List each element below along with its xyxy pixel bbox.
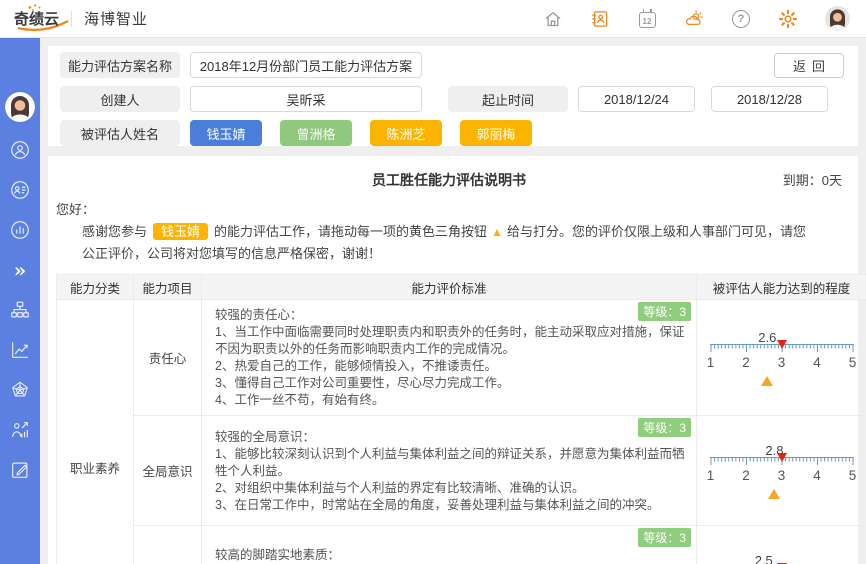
top-header: 奇绩云 海博智业 12 bbox=[0, 0, 866, 38]
evaluatee-tag[interactable]: 钱玉婧 bbox=[190, 120, 262, 146]
user-avatar[interactable] bbox=[825, 6, 850, 31]
target-marker bbox=[776, 339, 787, 349]
score-value: 2.6 bbox=[758, 329, 777, 345]
end-date-input[interactable] bbox=[711, 86, 828, 112]
yellow-triangle-glyph: ▲ bbox=[491, 225, 503, 239]
logo-text: 奇绩云 bbox=[14, 11, 60, 28]
notice-body: 感谢您参与 钱玉婧 的能力评估工作，请拖动每一项的黄色三角按钮 ▲ 给与打分。您的评价仅… bbox=[82, 221, 818, 264]
score-handle[interactable] bbox=[761, 375, 774, 386]
help-icon[interactable] bbox=[731, 9, 751, 29]
start-date-input[interactable] bbox=[578, 86, 695, 112]
notice-section: 员工胜任能力评估说明书 到期：0天 您好： 感谢您参与 钱玉婧 的能力评估工作，请拖… bbox=[48, 164, 858, 264]
contacts-icon[interactable] bbox=[590, 9, 610, 29]
evaluation-card: 员工胜任能力评估说明书 到期：0天 您好： 感谢您参与 钱玉婧 的能力评估工作，请拖… bbox=[48, 156, 866, 564]
grade-badge: 等级：3 bbox=[638, 528, 691, 548]
score-gauge: 2.8 12345 bbox=[707, 443, 857, 499]
ability-item: 脚踏实地 bbox=[133, 525, 202, 564]
ability-item: 全局意识 bbox=[133, 415, 202, 527]
brand-logo[interactable]: 奇绩云 bbox=[14, 4, 69, 31]
criteria-text: 较强的责任心： 1、当工作中面临需要同时处理职责内和职责外的任务时，能主动采取应对… bbox=[215, 308, 685, 408]
plan-form-card: 能力评估方案名称 返回 创建人 起止时间 被评估人姓名 钱玉婧 曾洲格 陈洲芝 … bbox=[48, 46, 858, 146]
stats-icon[interactable] bbox=[8, 218, 32, 242]
score-handle[interactable] bbox=[768, 488, 781, 499]
table-header-row: 能力分类 能力项目 能力评价标准 被评估人能力达到的程度 bbox=[56, 274, 866, 301]
greeting-text: 您好： bbox=[56, 202, 96, 217]
col-header-score: 被评估人能力达到的程度 bbox=[696, 274, 866, 301]
app-window: 奇绩云 海博智业 12 ? » 能力评估方案名称 2018年12月份部门员工能力… bbox=[0, 0, 866, 564]
score-gauge: 2.6 12345 bbox=[707, 330, 857, 386]
highlighted-evaluatee-name: 钱玉婧 bbox=[153, 223, 209, 240]
settings-gear-icon[interactable] bbox=[778, 9, 798, 29]
calendar-day: 12 bbox=[642, 16, 652, 26]
ability-category: 职业素养 bbox=[56, 299, 134, 564]
score-gauge: 2.5 12345 bbox=[707, 553, 857, 564]
table-row: 脚踏实地 等级：3 较高的脚踏实地素质：1、具有较强的抗干扰、抗诱惑的意识和能力… bbox=[57, 525, 866, 564]
creator-input[interactable] bbox=[190, 86, 422, 112]
grade-badge: 等级：3 bbox=[638, 302, 691, 322]
ability-item: 责任心 bbox=[133, 299, 202, 417]
trend-icon[interactable] bbox=[8, 338, 32, 362]
due-countdown: 到期：0天 bbox=[782, 173, 842, 188]
score-ruler bbox=[707, 339, 857, 354]
table-row: 全局意识 等级：3 较强的全局意识： 1、能够比较深刻认识到个人利益与集体利益之间… bbox=[57, 415, 866, 527]
col-header-category: 能力分类 bbox=[56, 274, 134, 301]
criteria-text: 较强的全局意识： 1、能够比较深刻认识到个人利益与集体利益之间的辩证关系，并愿意为… bbox=[215, 429, 685, 512]
evaluatee-tag[interactable]: 曾洲格 bbox=[280, 120, 352, 146]
left-sidebar bbox=[0, 38, 40, 564]
evaluatee-tag[interactable]: 陈洲芝 bbox=[370, 120, 442, 146]
col-header-criteria: 能力评价标准 bbox=[201, 274, 697, 301]
members-icon[interactable] bbox=[8, 138, 32, 162]
evaluatee-tag[interactable]: 郭丽梅 bbox=[460, 120, 532, 146]
profile-icon[interactable] bbox=[8, 178, 32, 202]
plan-name-input[interactable] bbox=[190, 52, 422, 78]
home-icon[interactable] bbox=[543, 9, 563, 29]
scale-labels: 12345 bbox=[706, 467, 857, 483]
notice-text: 的能力评估工作，请拖动每一项的黄色三角按钮 bbox=[214, 224, 488, 239]
date-range-label: 起止时间 bbox=[448, 86, 568, 112]
table-row: 职业素养 责任心 等级：3 较强的责任心： 1、当工作中面临需要同时处理职责内和职… bbox=[56, 299, 866, 564]
creator-label: 创建人 bbox=[60, 86, 180, 112]
company-name: 海博智业 bbox=[84, 11, 149, 28]
plan-name-label: 能力评估方案名称 bbox=[60, 52, 180, 78]
main-content: 能力评估方案名称 返回 创建人 起止时间 被评估人姓名 钱玉婧 曾洲格 陈洲芝 … bbox=[40, 38, 866, 564]
edit-icon[interactable] bbox=[8, 458, 32, 482]
sidebar-user-avatar[interactable] bbox=[5, 92, 35, 122]
topbar-icons: 12 bbox=[543, 6, 850, 31]
achievement-icon[interactable] bbox=[8, 418, 32, 442]
evaluation-table: 能力分类 能力项目 能力评价标准 被评估人能力达到的程度 职业素养 责任心 等级… bbox=[56, 274, 866, 564]
back-button[interactable]: 返回 bbox=[774, 52, 844, 78]
scale-labels: 12345 bbox=[706, 354, 857, 370]
evaluatees-label: 被评估人姓名 bbox=[60, 120, 180, 146]
score-ruler bbox=[707, 452, 857, 467]
notice-title: 员工胜任能力评估说明书 bbox=[372, 172, 526, 188]
org-chart-icon[interactable] bbox=[8, 298, 32, 322]
col-header-item: 能力项目 bbox=[133, 274, 202, 301]
grade-badge: 等级：3 bbox=[638, 418, 691, 438]
target-marker bbox=[776, 452, 787, 462]
expand-chevron-icon[interactable] bbox=[8, 258, 32, 282]
radar-icon[interactable] bbox=[8, 378, 32, 402]
criteria-text: 较高的脚踏实地素质：1、具有较强的抗干扰、抗诱惑的意识和能力，能够时常坚持本心。… bbox=[215, 548, 341, 563]
weather-icon[interactable] bbox=[684, 9, 704, 29]
calendar-icon[interactable]: 12 bbox=[637, 8, 657, 29]
notice-text: 感谢您参与 bbox=[82, 224, 148, 239]
score-value: 2.5 bbox=[754, 552, 773, 564]
